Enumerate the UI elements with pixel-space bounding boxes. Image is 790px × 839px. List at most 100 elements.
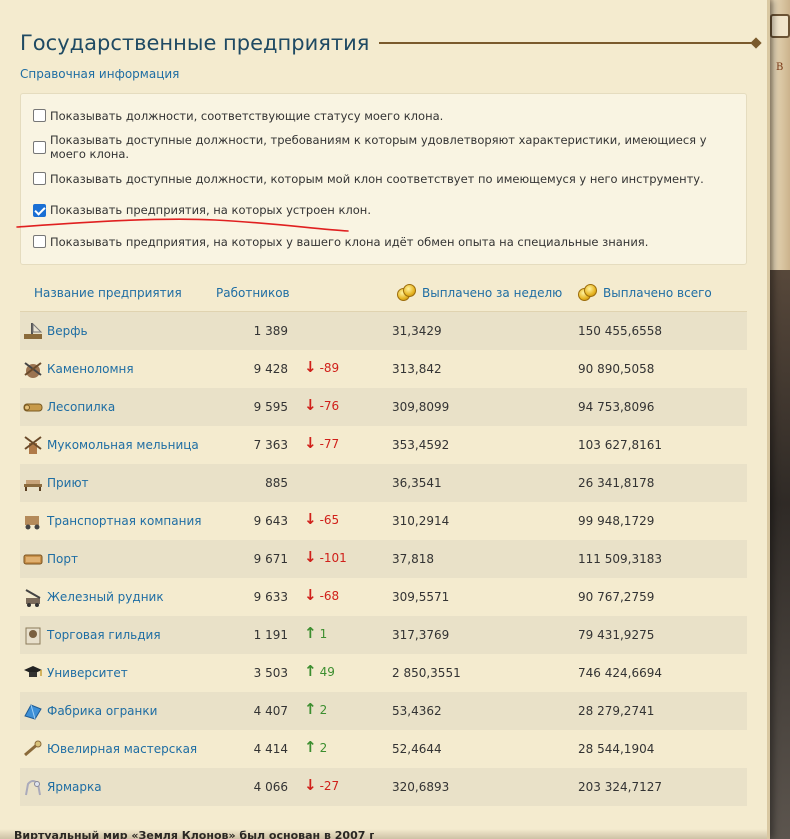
paid-week-value: 37,818 (392, 552, 434, 566)
port-icon (22, 548, 44, 570)
workers-change: ↓ -68 (304, 588, 339, 603)
table-header: Название предприятия Работников Выплачен… (20, 275, 747, 312)
enterprise-name-link[interactable]: Железный рудник (47, 590, 164, 604)
enterprise-name-link[interactable]: Каменоломня (47, 362, 134, 376)
paid-total-value: 28 544,1904 (578, 742, 655, 756)
filter-option[interactable]: Показывать предприятия, на которых устро… (33, 195, 746, 227)
workers-change: ↓ -89 (304, 360, 339, 375)
paid-total-value: 150 455,6558 (578, 324, 662, 338)
header-workers[interactable]: Работников (216, 286, 290, 300)
enterprise-name-link[interactable]: Порт (47, 552, 78, 566)
filter-option[interactable]: Показывать доступные должности, которым … (33, 163, 746, 195)
workers-count: 7 363 (253, 438, 288, 452)
mill-icon (22, 434, 44, 456)
clock-icon (770, 14, 790, 38)
enterprise-name-link[interactable]: Лесопилка (47, 400, 115, 414)
workers-count: 1 389 (253, 324, 288, 338)
enterprise-name-link[interactable]: Торговая гильдия (47, 628, 161, 642)
header-paid-total[interactable]: Выплачено всего (578, 284, 712, 302)
paid-week-value: 53,4362 (392, 704, 442, 718)
workers-change-value: -65 (319, 512, 340, 527)
content-page: Государственные предприятия Справочная и… (0, 0, 770, 839)
table-row: Верфь 1 389 31,3429 150 455,6558 (20, 312, 747, 350)
header-paid-week[interactable]: Выплачено за неделю (397, 284, 562, 302)
coins-icon (397, 284, 417, 302)
enterprise-name-link[interactable]: Транспортная компания (47, 514, 201, 528)
header-name[interactable]: Название предприятия (34, 286, 182, 300)
enterprise-name-link[interactable]: Приют (47, 476, 89, 490)
arrow-down-icon: ↓ (304, 548, 317, 566)
paid-week-value: 309,5571 (392, 590, 450, 604)
table-row: Порт 9 671 ↓ -101 37,818 111 509,3183 (20, 540, 747, 578)
transport-icon (22, 510, 44, 532)
enterprise-name-link[interactable]: Ярмарка (47, 780, 102, 794)
workers-change: ↑ 49 (304, 664, 335, 679)
paid-total-value: 90 890,5058 (578, 362, 655, 376)
paid-week-value: 310,2914 (392, 514, 450, 528)
workers-change-value: -101 (319, 550, 347, 565)
table-row: Университет 3 503 ↑ 49 2 850,3551 746 424,669… (20, 654, 747, 692)
trade-guild-icon (22, 624, 44, 646)
paid-total-value: 28 279,2741 (578, 704, 655, 718)
filter-checkbox[interactable] (33, 203, 46, 217)
enterprise-name-link[interactable]: Верфь (47, 324, 88, 338)
enterprise-name-link[interactable]: Ювелирная мастерская (47, 742, 197, 756)
filter-option[interactable]: Показывать должности, соответствующие ст… (33, 100, 746, 132)
enterprise-name-link[interactable]: Университет (47, 666, 128, 680)
filter-option[interactable]: Показывать предприятия, на которых у ваш… (33, 226, 746, 258)
paid-total-value: 103 627,8161 (578, 438, 662, 452)
paid-week-value: 309,8099 (392, 400, 450, 414)
enterprise-name-link[interactable]: Мукомольная мельница (47, 438, 199, 452)
arrow-up-icon: ↑ (304, 738, 317, 756)
arrow-down-icon: ↓ (304, 434, 317, 452)
paid-week-value: 52,4644 (392, 742, 442, 756)
arrow-up-icon: ↑ (304, 700, 317, 718)
reference-info-link[interactable]: Справочная информация (20, 67, 179, 81)
workers-change-value: -89 (319, 360, 340, 375)
fair-icon (22, 776, 44, 798)
page-title: Государственные предприятия (20, 31, 370, 55)
workers-change: ↑ 2 (304, 740, 327, 755)
workers-count: 9 428 (253, 362, 288, 376)
filter-checkbox[interactable] (33, 235, 46, 249)
filter-label: Показывать предприятия, на которых устро… (50, 203, 371, 218)
arrow-down-icon: ↓ (304, 358, 317, 376)
filter-checkbox[interactable] (33, 109, 46, 123)
filter-option[interactable]: Показывать доступные должности, требован… (33, 132, 746, 164)
paid-total-value: 94 753,8096 (578, 400, 655, 414)
workers-count: 1 191 (253, 628, 288, 642)
workers-change: ↓ -77 (304, 436, 339, 451)
table-row: Лесопилка 9 595 ↓ -76 309,8099 94 753,8096 (20, 388, 747, 426)
workers-change-value: -77 (319, 436, 340, 451)
paid-total-value: 203 324,7127 (578, 780, 662, 794)
workers-change-value: 1 (319, 626, 328, 641)
filter-label: Показывать доступные должности, которым … (50, 171, 704, 186)
table-row: Ювелирная мастерская 4 414 ↑ 2 52,4644 28 544… (20, 730, 747, 768)
paid-total-value: 111 509,3183 (578, 552, 662, 566)
workers-count: 885 (265, 476, 288, 490)
workers-change: ↓ -27 (304, 778, 339, 793)
arrow-down-icon: ↓ (304, 586, 317, 604)
shelter-icon (22, 472, 44, 494)
workers-change: ↓ -76 (304, 398, 339, 413)
header-paid-total-label: Выплачено всего (603, 286, 712, 300)
enterprise-name-link[interactable]: Фабрика огранки (47, 704, 157, 718)
arrow-down-icon: ↓ (304, 776, 317, 794)
filter-checkbox[interactable] (33, 140, 46, 154)
workers-change-value: 49 (319, 664, 335, 679)
workers-change-value: 2 (319, 702, 328, 717)
table-row: Железный рудник 9 633 ↓ -68 309,5571 90 767,2… (20, 578, 747, 616)
table-row: Приют 885 36,3541 26 341,8178 (20, 464, 747, 502)
arrow-up-icon: ↑ (304, 662, 317, 680)
filter-checkbox[interactable] (33, 172, 46, 186)
paid-total-value: 90 767,2759 (578, 590, 655, 604)
university-icon (22, 662, 44, 684)
workers-change-value: 2 (319, 740, 328, 755)
filter-label: Показывать предприятия, на которых у ваш… (50, 234, 649, 249)
table-row: Ярмарка 4 066 ↓ -27 320,6893 203 324,7127 (20, 768, 747, 806)
paid-week-value: 2 850,3551 (392, 666, 461, 680)
workers-count: 3 503 (253, 666, 288, 680)
workers-count: 9 671 (253, 552, 288, 566)
paid-week-value: 36,3541 (392, 476, 442, 490)
workers-count: 9 643 (253, 514, 288, 528)
